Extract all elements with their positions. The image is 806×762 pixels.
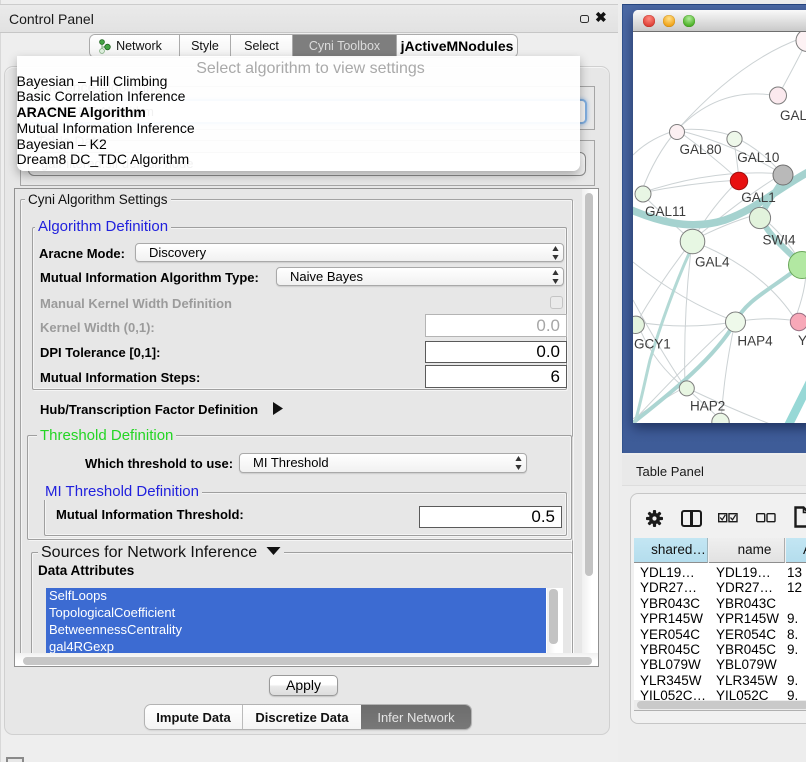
svg-text:GCY1: GCY1 (634, 337, 671, 352)
svg-text:SWI4: SWI4 (763, 233, 796, 248)
svg-text:GAL7: GAL7 (780, 108, 806, 123)
svg-text:HAP4: HAP4 (737, 334, 773, 349)
svg-text:GAL10: GAL10 (737, 150, 779, 165)
svg-text:GAL4: GAL4 (695, 255, 730, 270)
svg-text:Y: Y (798, 333, 806, 348)
svg-text:HAP2: HAP2 (690, 399, 725, 414)
svg-text:GAL11: GAL11 (645, 204, 686, 219)
svg-text:GAL1: GAL1 (741, 190, 776, 205)
svg-text:GAL80: GAL80 (680, 142, 722, 157)
